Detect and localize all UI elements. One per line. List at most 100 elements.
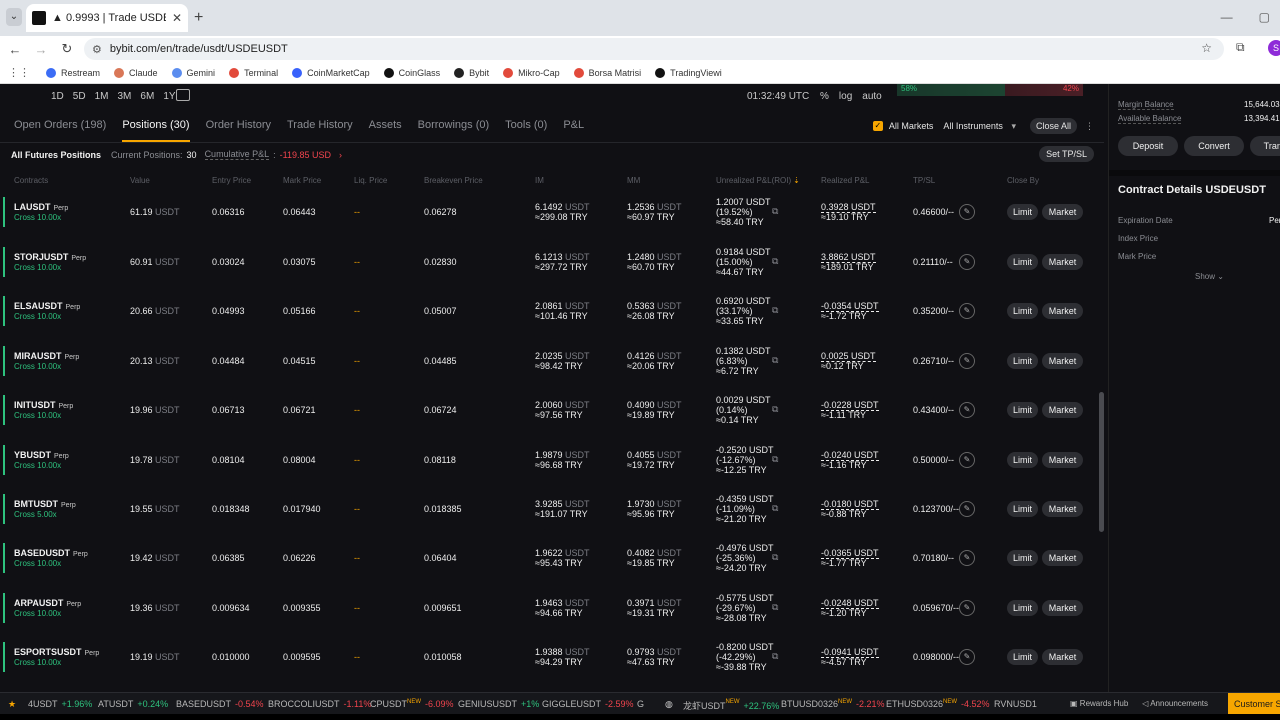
cumulative-pnl-label[interactable]: Cumulative P&L <box>204 149 270 160</box>
realized-pnl-cell[interactable]: -0.0354 USDT <box>821 301 879 312</box>
market-close-button[interactable]: Market <box>1042 353 1083 369</box>
tab-trade-history[interactable]: Trade History <box>287 119 353 131</box>
bookmark-item[interactable]: Terminal <box>229 67 278 78</box>
share-icon[interactable]: ⧉ <box>772 503 778 514</box>
bookmark-star-icon[interactable]: ☆ <box>1201 41 1212 55</box>
site-info-icon[interactable]: ⚙ <box>92 43 102 56</box>
realized-pnl-cell[interactable]: 0.3928 USDT <box>821 202 876 213</box>
share-icon[interactable]: ⧉ <box>772 651 778 662</box>
market-close-button[interactable]: Market <box>1042 303 1083 319</box>
market-close-button[interactable]: Market <box>1042 550 1083 566</box>
timeframe-1m[interactable]: 1M <box>95 91 109 102</box>
market-close-button[interactable]: Market <box>1042 649 1083 665</box>
bookmark-item[interactable]: CoinMarketCap <box>292 67 370 78</box>
bookmark-item[interactable]: TradingViewi <box>655 67 722 78</box>
ticker-item[interactable]: CPUSDTNEW -6.09% <box>370 699 454 709</box>
tab-tools[interactable]: Tools (0) <box>505 119 547 131</box>
tab-order-history[interactable]: Order History <box>206 119 271 131</box>
edit-icon[interactable]: ✎ <box>959 353 975 369</box>
edit-icon[interactable]: ✎ <box>959 303 975 319</box>
market-close-button[interactable]: Market <box>1042 501 1083 517</box>
limit-close-button[interactable]: Limit <box>1007 204 1038 220</box>
show-more-button[interactable]: Show ⌄ <box>1195 272 1224 281</box>
realized-pnl-cell[interactable]: -0.0365 USDT <box>821 548 879 559</box>
minimize-icon[interactable]: — <box>1221 10 1233 24</box>
ticker-item[interactable]: RVNUSD1 <box>994 699 1041 709</box>
limit-close-button[interactable]: Limit <box>1007 353 1038 369</box>
leverage-label[interactable]: Cross 10.00x <box>14 559 61 569</box>
forward-icon[interactable]: → <box>30 42 52 57</box>
timeframe-1d[interactable]: 1D <box>51 91 64 102</box>
realized-pnl-cell[interactable]: -0.0240 USDT <box>821 450 879 461</box>
leverage-label[interactable]: Cross 10.00x <box>14 213 61 223</box>
auto-toggle[interactable]: auto <box>862 91 881 102</box>
market-close-button[interactable]: Market <box>1042 600 1083 616</box>
position-row[interactable]: BMTUSDT Perp Cross 5.00x 19.55 USDT 0.018348… <box>0 486 1096 532</box>
url-field[interactable]: ⚙ bybit.com/en/trade/usdt/USDEUSDT ☆ <box>84 38 1224 60</box>
leverage-label[interactable]: Cross 10.00x <box>14 609 61 619</box>
browser-tab[interactable]: ▲ 0.9993 | Trade USDEUSDT | B ✕ <box>26 4 188 32</box>
market-close-button[interactable]: Market <box>1042 452 1083 468</box>
maximize-icon[interactable]: ▢ <box>1259 10 1270 24</box>
market-close-button[interactable]: Market <box>1042 204 1083 220</box>
log-toggle[interactable]: log <box>839 91 852 102</box>
edit-icon[interactable]: ✎ <box>959 204 975 220</box>
leverage-label[interactable]: Cross 10.00x <box>14 263 61 273</box>
share-icon[interactable]: ⧉ <box>772 355 778 366</box>
limit-close-button[interactable]: Limit <box>1007 600 1038 616</box>
position-row[interactable]: BASEDUSDT Perp Cross 10.00x 19.42 USDT 0.063… <box>0 535 1096 581</box>
extensions-icon[interactable]: ⧉ <box>1236 40 1245 55</box>
tab-positions[interactable]: Positions (30) <box>122 119 190 142</box>
leverage-label[interactable]: Cross 10.00x <box>14 461 61 471</box>
realized-pnl-cell[interactable]: 3.8862 USDT <box>821 252 876 263</box>
pause-icon[interactable]: ◍ <box>665 699 673 710</box>
close-icon[interactable]: ✕ <box>172 11 182 25</box>
calendar-icon[interactable] <box>176 89 190 101</box>
limit-close-button[interactable]: Limit <box>1007 649 1038 665</box>
tab-assets[interactable]: Assets <box>369 119 402 131</box>
all-markets-checkbox[interactable]: ✓ <box>872 121 883 131</box>
share-icon[interactable]: ⧉ <box>772 602 778 613</box>
star-icon[interactable]: ★ <box>8 699 16 710</box>
edit-icon[interactable]: ✎ <box>959 600 975 616</box>
edit-icon[interactable]: ✎ <box>959 550 975 566</box>
customer-support-button[interactable]: Customer S <box>1228 693 1280 715</box>
tab-open-orders[interactable]: Open Orders (198) <box>14 119 106 131</box>
ticker-item[interactable]: GENIUSUSDT +1% <box>458 699 539 709</box>
market-close-button[interactable]: Market <box>1042 402 1083 418</box>
tab-search-icon[interactable]: ⌄ <box>6 8 22 26</box>
bookmark-item[interactable]: CoinGlass <box>383 67 440 78</box>
ticker-item[interactable]: BROCCOLIUSDT -1.11% <box>268 699 371 709</box>
edit-icon[interactable]: ✎ <box>959 452 975 468</box>
limit-close-button[interactable]: Limit <box>1007 402 1038 418</box>
position-row[interactable]: INITUSDT Perp Cross 10.00x 19.96 USDT 0.0671… <box>0 387 1096 433</box>
rewards-hub-link[interactable]: ▣ Rewards Hub <box>1070 699 1128 708</box>
limit-close-button[interactable]: Limit <box>1007 501 1038 517</box>
edit-icon[interactable]: ✎ <box>959 649 975 665</box>
limit-close-button[interactable]: Limit <box>1007 452 1038 468</box>
back-icon[interactable]: ← <box>4 42 26 57</box>
edit-icon[interactable]: ✎ <box>959 501 975 517</box>
ticker-item[interactable]: BTUUSD0326NEW -2.21% <box>781 699 885 709</box>
leverage-label[interactable]: Cross 10.00x <box>14 312 61 322</box>
share-icon[interactable]: ⧉ <box>772 552 778 563</box>
share-icon[interactable]: ⧉ <box>772 454 778 465</box>
limit-close-button[interactable]: Limit <box>1007 303 1038 319</box>
realized-pnl-cell[interactable]: -0.0941 USDT <box>821 647 879 658</box>
col-value[interactable]: Value <box>130 176 150 185</box>
limit-close-button[interactable]: Limit <box>1007 254 1038 270</box>
scrollbar[interactable] <box>1099 392 1104 532</box>
edit-icon[interactable]: ✎ <box>959 254 975 270</box>
share-icon[interactable]: ⧉ <box>772 256 778 267</box>
leverage-label[interactable]: Cross 10.00x <box>14 362 61 372</box>
edit-icon[interactable]: ✎ <box>959 402 975 418</box>
close-all-button[interactable]: Close All <box>1029 118 1077 134</box>
bookmark-item[interactable]: Bybit <box>454 67 489 78</box>
new-tab-icon[interactable]: + <box>194 9 203 27</box>
instruments-dropdown[interactable]: All Instruments ▾ <box>943 121 1016 132</box>
share-icon[interactable]: ⧉ <box>772 404 778 415</box>
position-row[interactable]: ARPAUSDT Perp Cross 10.00x 19.36 USDT 0.0096… <box>0 585 1096 631</box>
realized-pnl-cell[interactable]: -0.0228 USDT <box>821 400 879 411</box>
ticker-item[interactable]: BASEDUSDT -0.54% <box>176 699 264 709</box>
tab-borrowings[interactable]: Borrowings (0) <box>418 119 490 131</box>
